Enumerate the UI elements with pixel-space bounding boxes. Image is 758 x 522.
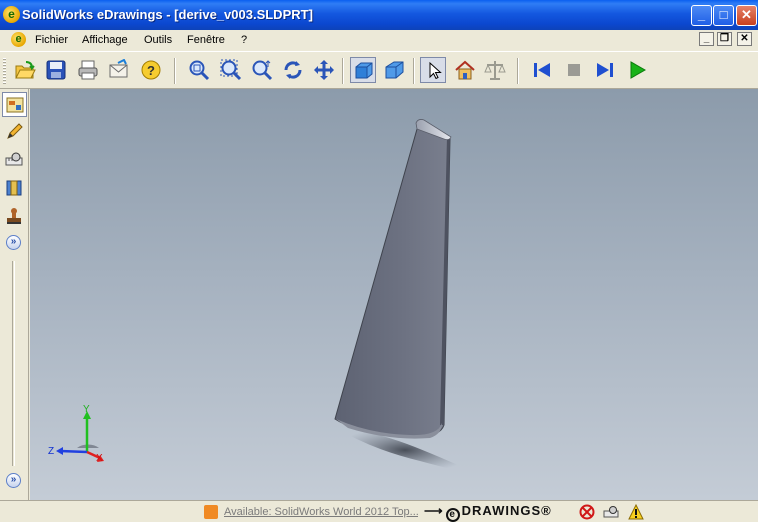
play-icon <box>630 61 647 79</box>
stop-icon <box>568 64 580 76</box>
part-derive-face[interactable] <box>334 121 451 438</box>
zoom-to-area-icon <box>220 59 242 81</box>
mdi-minimize-button[interactable]: _ <box>699 32 714 46</box>
axis-label-y: Y <box>83 404 90 415</box>
main-toolbar: ? <box>0 51 758 89</box>
stop-button[interactable] <box>561 57 587 83</box>
status-bar: Available: SolidWorks World 2012 Top... … <box>0 500 758 522</box>
logo-e: e <box>445 508 460 522</box>
mdi-close-button[interactable]: ✕ <box>737 32 752 46</box>
rotate-button[interactable] <box>280 57 306 83</box>
open-folder-icon <box>15 61 36 79</box>
close-button[interactable]: ✕ <box>736 5 757 26</box>
open-button[interactable] <box>12 57 38 83</box>
pan-icon <box>314 60 334 80</box>
print-button[interactable] <box>75 57 101 83</box>
svg-text:?: ? <box>147 63 155 78</box>
measure-scale-icon <box>484 61 506 80</box>
title-bar: e SolidWorks eDrawings - [derive_v003.SL… <box>0 0 758 30</box>
news-ticker-link[interactable]: Available: SolidWorks World 2012 Top... <box>224 506 418 518</box>
send-mail-icon <box>109 59 128 78</box>
toolbar-separator <box>517 58 519 84</box>
mdi-restore-button[interactable]: ❐ <box>717 32 732 46</box>
side-panel: » » <box>0 89 29 500</box>
toolbar-separator <box>174 58 176 84</box>
save-button[interactable] <box>43 57 69 83</box>
select-button[interactable] <box>420 57 446 83</box>
select-pointer-icon <box>429 61 442 80</box>
home-button[interactable] <box>452 57 478 83</box>
3d-viewport[interactable]: Y Z X <box>30 89 758 500</box>
markup-pencil-icon <box>7 123 23 139</box>
model-canvas[interactable]: Y Z X <box>30 89 758 500</box>
rss-feed-icon[interactable] <box>204 505 218 519</box>
document-icon[interactable]: e <box>11 32 26 47</box>
zoom-to-fit-button[interactable] <box>186 57 212 83</box>
next-frame-icon <box>597 63 613 77</box>
shaded-view-button[interactable] <box>350 57 376 83</box>
help-icon: ? <box>141 60 161 80</box>
toolbar-separator <box>342 58 344 84</box>
logo-arrow: ⟶ <box>424 503 444 518</box>
first-frame-button[interactable] <box>529 57 555 83</box>
menu-fenetre[interactable]: Fenêtre <box>187 34 225 46</box>
window-title: SolidWorks eDrawings - [derive_v003.SLDP… <box>22 7 313 22</box>
measure-icon <box>5 152 23 166</box>
expand-panel-button[interactable]: » <box>6 235 21 250</box>
print-icon <box>78 60 98 80</box>
rotate-icon <box>284 61 302 79</box>
edrawings-logo: ⟶ e DRAWINGS® <box>424 503 552 522</box>
menu-bar: e Fichier Affichage Outils Fenêtre ? _ ❐… <box>0 30 758 50</box>
markup-tab[interactable] <box>2 120 27 145</box>
stamp-icon <box>7 208 21 224</box>
orientation-triad[interactable]: Y Z X <box>48 404 104 464</box>
perspective-button[interactable] <box>381 57 407 83</box>
axis-label-x: X <box>96 453 103 464</box>
first-frame-icon <box>534 63 550 77</box>
panel-splitter[interactable] <box>12 261 15 466</box>
components-tab[interactable] <box>2 92 27 117</box>
stamp-tab[interactable] <box>2 204 27 229</box>
sectioning-tab[interactable] <box>2 176 27 201</box>
save-icon <box>46 60 66 80</box>
measure-scale-button[interactable] <box>482 57 508 83</box>
toolbar-separator <box>413 58 415 84</box>
menu-affichage[interactable]: Affichage <box>82 34 128 46</box>
help-button[interactable]: ? <box>138 57 164 83</box>
zoom-in-out-icon <box>252 60 273 81</box>
toolbar-grip[interactable] <box>3 58 6 84</box>
send-button[interactable] <box>106 57 132 83</box>
zoom-to-area-button[interactable] <box>218 57 244 83</box>
home-view-icon <box>455 60 475 80</box>
sectioning-icon <box>6 180 22 196</box>
expand-bottom-button[interactable]: » <box>6 473 21 488</box>
zoom-to-fit-icon <box>189 60 210 81</box>
next-frame-button[interactable] <box>592 57 618 83</box>
maximize-button[interactable]: □ <box>713 5 734 26</box>
menu-outils[interactable]: Outils <box>144 34 172 46</box>
components-icon <box>6 97 24 113</box>
measure-status-icon[interactable] <box>603 504 619 520</box>
minimize-button[interactable]: _ <box>691 5 712 26</box>
pan-button[interactable] <box>311 57 337 83</box>
menu-fichier[interactable]: Fichier <box>35 34 68 46</box>
zoom-in-out-button[interactable] <box>249 57 275 83</box>
perspective-icon <box>385 61 404 79</box>
edrawings-app-icon[interactable]: e <box>3 6 20 23</box>
measure-tab[interactable] <box>2 148 27 173</box>
logo-text: DRAWINGS® <box>461 503 552 518</box>
play-button[interactable] <box>624 57 650 83</box>
axis-label-z: Z <box>48 446 54 457</box>
warning-icon[interactable] <box>628 504 644 520</box>
shaded-view-icon <box>355 62 373 79</box>
no-entry-icon[interactable] <box>579 504 595 520</box>
menu-help[interactable]: ? <box>241 34 247 46</box>
